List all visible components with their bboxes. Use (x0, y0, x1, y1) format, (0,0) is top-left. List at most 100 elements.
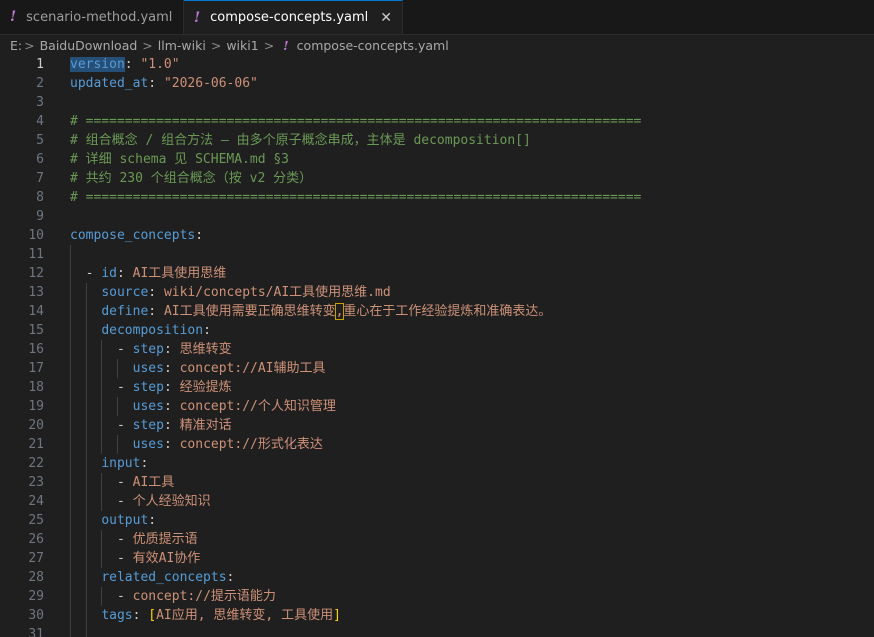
line-number: 15 (28, 323, 44, 338)
code-token: uses (132, 361, 164, 376)
code-line[interactable]: 17 uses: concept://AI辅助工具 (0, 359, 874, 378)
code-token: [ (148, 608, 157, 623)
chevron-right-icon: > (24, 37, 35, 53)
yaml-file-icon: ! (194, 9, 201, 26)
code-token: - (70, 266, 102, 281)
code-editor[interactable]: 1 version: "1.0" 2 updated_at: "2026-06-06"… (0, 55, 874, 637)
code-line[interactable]: 10 compose_concepts: (0, 226, 874, 245)
tab-scenario-method[interactable]: ! scenario-method.yaml (0, 0, 184, 34)
code-line[interactable]: 25 output: (0, 511, 874, 530)
code-token: # ======================================… (70, 190, 642, 205)
line-number: 16 (28, 342, 44, 357)
code-text: - 有效AI协作 (70, 549, 200, 568)
code-token: compose_concepts (70, 228, 196, 243)
code-token: step (132, 342, 164, 357)
line-number: 28 (28, 570, 44, 585)
code-line[interactable]: 4 # =====================================… (0, 112, 874, 131)
code-token: source (101, 285, 149, 300)
breadcrumb-item-file[interactable]: compose-concepts.yaml (297, 38, 449, 53)
code-line[interactable]: 2 updated_at: "2026-06-06" (0, 74, 874, 93)
line-number: 7 (36, 171, 44, 186)
code-text: - id: AI工具使用思维 (70, 264, 227, 283)
code-token: : (140, 456, 149, 471)
code-line[interactable]: 14 define: AI工具使用需要正确思维转变,重心在于工作经验提炼和准确表… (0, 302, 874, 321)
code-token: : (203, 323, 211, 338)
breadcrumb: E: > BaiduDownload > llm-wiki > wiki1 > … (0, 35, 874, 55)
code-line[interactable]: 11 (0, 245, 874, 264)
code-line[interactable]: 24 - 个人经验知识 (0, 492, 874, 511)
chevron-right-icon: > (263, 37, 275, 53)
code-text: decomposition: (70, 321, 211, 340)
code-line[interactable]: 13 source: wiki/concepts/AI工具使用思维.md (0, 283, 874, 302)
code-text: version: "1.0" (70, 55, 180, 74)
code-token: 个人经验知识 (132, 494, 211, 509)
code-text: - 个人经验知识 (70, 492, 211, 511)
breadcrumb-item-llm-wiki[interactable]: llm-wiki (158, 38, 206, 53)
line-number: 17 (28, 361, 44, 376)
tab-compose-concepts[interactable]: ! compose-concepts.yaml ✕ (184, 0, 403, 34)
code-text: # 共约 230 个组合概念（按 v2 分类） (70, 169, 312, 188)
code-line[interactable]: 27 - 有效AI协作 (0, 549, 874, 568)
code-token: : (116, 266, 133, 281)
code-token: 精准对话 (179, 418, 232, 433)
code-line[interactable]: 30 tags: [AI应用, 思维转变, 工具使用] (0, 606, 874, 625)
chevron-right-icon: > (210, 37, 222, 53)
breadcrumb-item-drive[interactable]: E: (10, 38, 22, 53)
code-token: : (163, 361, 180, 376)
code-line[interactable]: 8 # =====================================… (0, 188, 874, 207)
code-line[interactable]: 9 (0, 207, 874, 226)
code-token: concept://AI辅助工具 (179, 361, 326, 376)
code-token: 有效AI协作 (132, 551, 201, 566)
code-line[interactable]: 22 input: (0, 454, 874, 473)
code-token: version (70, 57, 125, 72)
code-line[interactable]: 3 (0, 93, 874, 112)
code-line[interactable]: 7 # 共约 230 个组合概念（按 v2 分类） (0, 169, 874, 188)
code-line[interactable]: 28 related_concepts: (0, 568, 874, 587)
code-line[interactable]: 29 - concept://提示语能力 (0, 587, 874, 606)
code-text: - 优质提示语 (70, 530, 198, 549)
code-line[interactable]: 18 - step: 经验提炼 (0, 378, 874, 397)
code-token: 思维转变 (179, 342, 232, 357)
code-token: # ======================================… (70, 114, 642, 129)
line-number: 27 (28, 551, 44, 566)
code-text: uses: concept://个人知识管理 (70, 397, 336, 416)
breadcrumb-item-baidudownload[interactable]: BaiduDownload (40, 38, 138, 53)
code-line[interactable]: 20 - step: 精准对话 (0, 416, 874, 435)
code-token: output (101, 513, 149, 528)
code-token: AI应用, 思维转变, 工具使用 (156, 608, 334, 623)
code-line[interactable]: 23 - AI工具 (0, 473, 874, 492)
code-line[interactable]: 5 # 组合概念 / 组合方法 — 由多个原子概念串成，主体是 decomposi… (0, 131, 874, 150)
line-number: 6 (36, 152, 44, 167)
code-text: uses: concept://形式化表达 (70, 435, 323, 454)
breadcrumb-item-wiki1[interactable]: wiki1 (226, 38, 258, 53)
line-number: 9 (36, 209, 44, 224)
code-line[interactable]: 19 uses: concept://个人知识管理 (0, 397, 874, 416)
code-text: - step: 精准对话 (70, 416, 232, 435)
code-token: concept://提示语能力 (132, 589, 276, 604)
code-text: - step: 思维转变 (70, 340, 232, 359)
code-line[interactable]: 6 # 详细 schema 见 SCHEMA.md §3 (0, 150, 874, 169)
code-token: : (163, 418, 180, 433)
code-line[interactable]: 16 - step: 思维转变 (0, 340, 874, 359)
code-line[interactable]: 12 - id: AI工具使用思维 (0, 264, 874, 283)
code-token: wiki/concepts/AI工具使用思维.md (163, 285, 391, 300)
code-token: concept://形式化表达 (179, 437, 323, 452)
code-token: AI工具 (132, 475, 175, 490)
code-line[interactable]: 21 uses: concept://形式化表达 (0, 435, 874, 454)
code-token: 重心在于工作经验提炼和准确表达。 (343, 304, 552, 319)
code-line[interactable]: 26 - 优质提示语 (0, 530, 874, 549)
code-text: compose_concepts: (70, 226, 203, 245)
code-token: updated_at (70, 76, 149, 91)
code-line[interactable]: 31 (0, 625, 874, 637)
code-line[interactable]: 15 decomposition: (0, 321, 874, 340)
code-token: : (148, 285, 164, 300)
close-icon[interactable]: ✕ (380, 10, 392, 26)
code-token: tags (101, 608, 133, 623)
code-token: step (132, 380, 164, 395)
code-text: # 组合概念 / 组合方法 — 由多个原子概念串成，主体是 decomposit… (70, 131, 531, 150)
line-number: 4 (36, 114, 44, 129)
indent-guide (101, 473, 103, 511)
code-token: define (101, 304, 149, 319)
code-token: : (163, 399, 180, 414)
code-line[interactable]: 1 version: "1.0" (0, 55, 874, 74)
